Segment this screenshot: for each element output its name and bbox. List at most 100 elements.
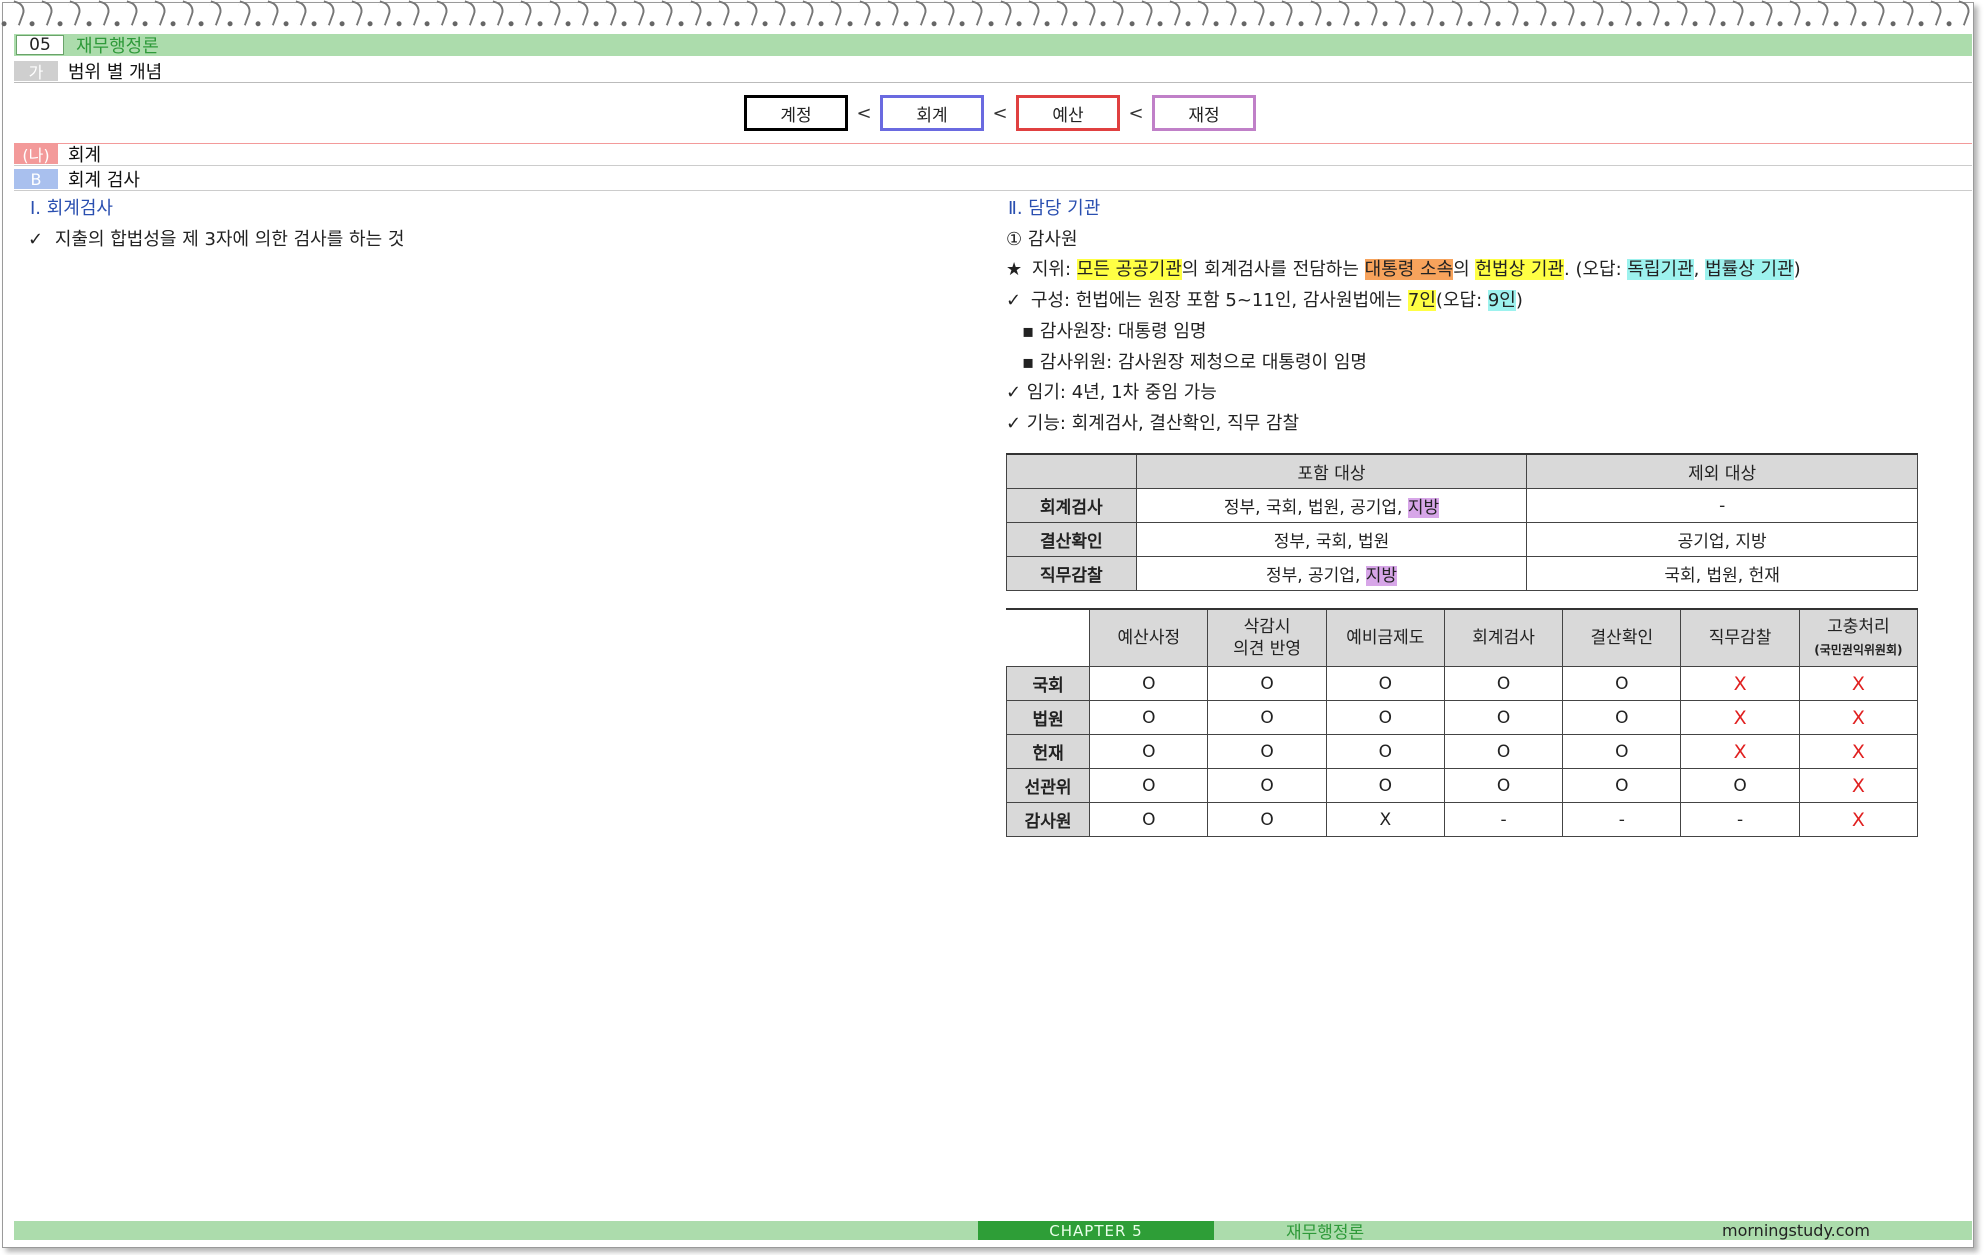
spiral-ring (1867, 0, 1888, 26)
footer-subject: 재무행정론 (1286, 1223, 1365, 1243)
table-cell: O (1089, 768, 1209, 803)
section-line-ga (14, 82, 1972, 83)
spiral-ring (1303, 0, 1324, 26)
row-label: 선관위 (1005, 768, 1091, 803)
spiral-ring (1669, 0, 1691, 26)
spiral-ring (908, 0, 930, 26)
table-cell: O (1207, 666, 1327, 701)
spiral-ring (880, 0, 902, 26)
table-cell: O (1325, 666, 1445, 701)
right-heading: Ⅱ. 담당 기관 (1008, 198, 1101, 219)
members-line: ▪ 감사위원: 감사원장 제청으로 대통령이 임명 (1022, 352, 1367, 373)
spiral-ring (119, 0, 141, 26)
table-cell: O (1443, 768, 1564, 803)
scope-table: 포함 대상 제외 대상 회계검사 정부, 국회, 법원, 공기업, 지방 - 결… (1006, 453, 1918, 591)
row-label: 직무감찰 (1006, 556, 1137, 591)
spiral-ring (1218, 0, 1240, 26)
spiral-ring (1556, 0, 1578, 26)
status-text: , (1693, 259, 1706, 280)
spiral-ring (739, 0, 761, 26)
table-header-cell: 고충처리 (국민권익위원회) (1798, 608, 1919, 667)
spiral-ring (1162, 0, 1184, 26)
composition-line: ✓ 구성: 헌법에는 원장 포함 5~11인, 감사원법에는 7인(오답: 9인… (1006, 286, 1523, 312)
function-line: ✓ 기능: 회계검사, 결산확인, 직무 감찰 (1006, 413, 1300, 434)
spiral-ring (1500, 0, 1522, 26)
spiral-ring (34, 0, 56, 26)
table-cell: O (1562, 768, 1682, 803)
table-row: 선관위 O O O O O O X (1005, 768, 1919, 803)
section-line-na-top (14, 143, 1972, 144)
concept-chain: 계정 < 회계 < 예산 < 재정 (744, 95, 1256, 131)
section-title-na: 회계 (68, 145, 102, 166)
chain-box-budget: 예산 (1016, 95, 1120, 131)
chain-separator: < (856, 102, 872, 124)
table-cell: O (1089, 734, 1209, 769)
row-label: 국회 (1005, 666, 1091, 701)
table-cell: X (1798, 768, 1919, 803)
table-cell: O (1443, 700, 1564, 735)
spiral-ring (175, 0, 197, 26)
chain-box-finance: 재정 (1152, 95, 1256, 131)
table-header-row: 예산사정 삭감시 의견 반영 예비금제도 회계검사 결산확인 직무감찰 고충처리 (… (1005, 608, 1919, 667)
table-row: 감사원 O O X - - - X (1005, 802, 1919, 837)
spiral-ring (232, 0, 253, 26)
term-line: ✓ 임기: 4년, 1차 중임 가능 (1006, 382, 1217, 403)
check-icon: ✓ (28, 229, 44, 250)
table-cell: O (1562, 666, 1682, 701)
spiral-ring (344, 0, 366, 26)
cell-highlight: 지방 (1407, 498, 1440, 518)
spiral-ring (1782, 0, 1804, 26)
spiral-ring (485, 0, 507, 26)
section-bar-b: B 회계 검사 (14, 168, 1972, 191)
status-text: . (오답: (1564, 259, 1628, 280)
chain-box-account: 계정 (744, 95, 848, 131)
spiral-ring (542, 0, 563, 26)
status-highlight-president: 대통령 소속 (1364, 259, 1454, 280)
section-tag-na: (나) (14, 144, 58, 165)
spiral-ring (598, 0, 620, 26)
table-row: 회계검사 정부, 국회, 법원, 공기업, 지방 - (1006, 488, 1918, 523)
spiral-ring (795, 0, 817, 26)
table-cell: O (1562, 700, 1682, 735)
spiral-ring (852, 0, 873, 26)
status-highlight-all-public: 모든 공공기관 (1076, 259, 1182, 280)
section-line-na (14, 165, 1972, 166)
row-label: 회계검사 (1006, 488, 1137, 523)
table-cell: - (1443, 802, 1564, 837)
composition-text: 구성: 헌법에는 원장 포함 5~11인, 감사원법에는 (1030, 290, 1408, 311)
section-bar-ga: 가 범위 별 개념 (14, 60, 1972, 83)
row-label: 감사원 (1005, 802, 1091, 837)
status-text: ) (1793, 259, 1801, 280)
status-highlight-constitution: 헌법상 기관 (1475, 259, 1564, 280)
table-cell: O (1207, 802, 1327, 837)
spiral-ring (429, 0, 451, 26)
spiral-ring (6, 0, 28, 26)
table-cell: O (1443, 666, 1564, 701)
table-row: 헌재 O O O O O X X (1005, 734, 1919, 769)
status-label: 지위: (1031, 259, 1077, 280)
spiral-ring (1641, 0, 1663, 26)
row-label: 법원 (1005, 700, 1091, 735)
spiral-ring (824, 0, 845, 26)
table-cell: O (1325, 734, 1445, 769)
section-bar-na: (나) 회계 (14, 143, 1972, 166)
table-row: 결산확인 정부, 국회, 법원 공기업, 지방 (1006, 522, 1918, 557)
spiral-ring (936, 0, 958, 26)
spiral-ring (1105, 0, 1127, 26)
spiral-ring (1021, 0, 1043, 26)
spiral-ring (1190, 0, 1212, 26)
spiral-ring (91, 0, 112, 26)
table-cell: O (1562, 734, 1682, 769)
table-cell: 국회, 법원, 헌재 (1526, 556, 1918, 591)
table-cell: X (1798, 700, 1919, 735)
row-label: 결산확인 (1006, 522, 1137, 557)
footer-chapter: CHAPTER 5 (978, 1221, 1214, 1240)
table-header-cell: 예산사정 (1089, 608, 1209, 667)
spiral-ring (1444, 0, 1465, 26)
spiral-ring (1810, 0, 1832, 26)
spiral-ring (1416, 0, 1437, 26)
spiral-ring (1387, 0, 1409, 26)
table-header-cell: 포함 대상 (1135, 453, 1528, 489)
spiral-ring (1951, 0, 1973, 26)
table-cell: O (1089, 700, 1209, 735)
